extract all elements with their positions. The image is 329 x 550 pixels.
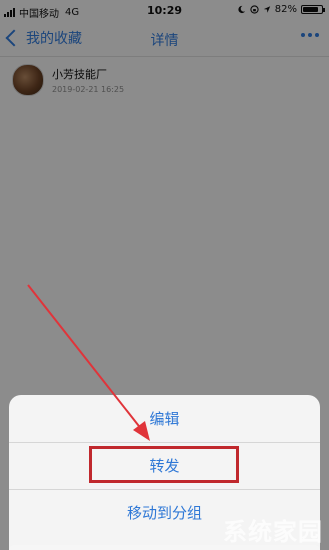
watermark: 系统家园 [223,518,323,546]
screen: 中国移动 4G 10:29 82% 我的收藏 详情 小芳技能厂 2019-02-… [0,0,329,550]
arrow-annotation [27,284,150,441]
